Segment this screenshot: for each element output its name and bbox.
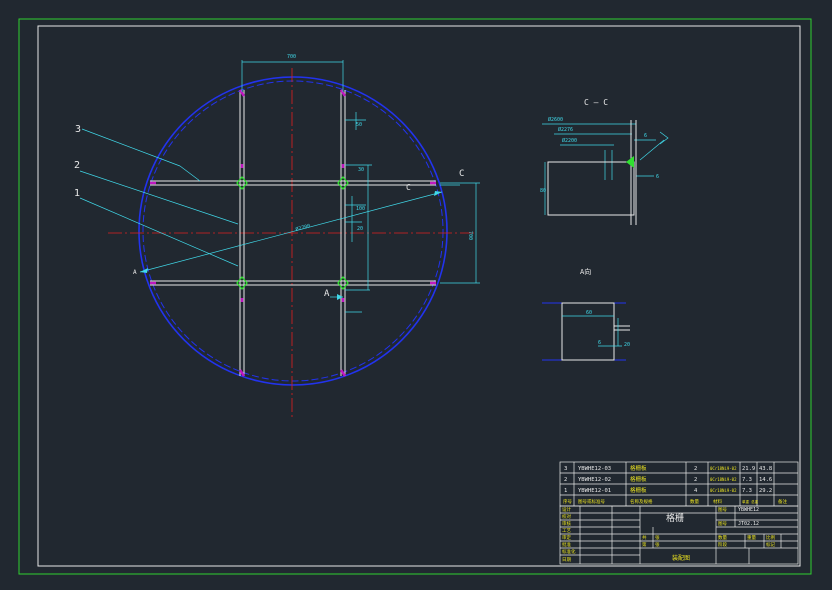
parts-h-note: 备注 (778, 498, 787, 505)
callout-2: 2 (74, 160, 80, 171)
tb-row-3: 张 (655, 541, 660, 548)
cc-dim-h-text: 80 (540, 188, 546, 194)
tb-row-2: 第 (642, 541, 647, 548)
tb-label-5: 批准 (562, 541, 571, 548)
parts-r2-total: 14.6 (759, 477, 772, 483)
dim-small-c-text: 100 (356, 206, 365, 212)
tb-drawing-no-label: 图号 (718, 521, 727, 527)
tb-label-1: 校对 (562, 513, 571, 520)
dim-small-b-text: 30 (358, 167, 364, 173)
view-a-title: A向 (580, 267, 591, 276)
view-a-small-label: A (133, 269, 137, 276)
view-a-dim-t-text: 6 (598, 340, 601, 346)
section-cc-title: C — C (584, 98, 608, 107)
view-a-dim-h-text: 20 (624, 342, 630, 348)
parts-r3-material: 0Cr18Ni9-02 (710, 488, 737, 493)
cad-drawing-canvas: 3 2 1 700 700 50 30 100 20 Ø2700 C C A A… (0, 0, 832, 590)
parts-h-name: 名称及规格 (630, 498, 653, 505)
tb-label-3: 工艺 (562, 528, 571, 534)
parts-r2-no: 2 (564, 477, 567, 483)
cc-dim-1-text: Ø2600 (548, 116, 563, 123)
tb-label-0: 设计 (562, 506, 571, 513)
parts-r3-code: YBWHE12-01 (578, 488, 611, 494)
view-a-label: A (324, 289, 330, 299)
parts-r2-material: 0Cr18Ni9-02 (710, 477, 737, 482)
tb-row-0: 共 (642, 534, 647, 541)
dim-top-text: 700 (287, 54, 296, 60)
parts-r1-name: 格栅板 (630, 464, 647, 472)
parts-r1-total: 43.8 (759, 466, 772, 472)
tb-stage-1: 标记 (766, 541, 775, 548)
tb-label-4: 审定 (562, 534, 571, 541)
parts-h-material: 材料 (713, 498, 722, 505)
tb-sheet-code: YBWHE12 (738, 507, 759, 513)
parts-h-qty: 数量 (690, 498, 699, 505)
tb-company: 装配图 (672, 554, 690, 562)
parts-h-no: 序号 (563, 498, 572, 505)
dim-small-d-text: 20 (357, 226, 363, 232)
drawing-background (0, 0, 832, 590)
parts-r3-total: 29.2 (759, 488, 772, 494)
cc-dim-3-text: Ø2200 (562, 137, 577, 144)
cc-dim-t-text: 6 (644, 133, 647, 139)
parts-r2-unit: 7.3 (742, 477, 752, 483)
dim-small-a-text: 50 (356, 122, 362, 128)
section-mark-c-inner: C (406, 183, 411, 192)
cc-dim-2-text: Ø2276 (558, 126, 573, 133)
tb-sheet-code-label: 图号 (718, 507, 727, 513)
tb-stage-0: 阶段 (718, 541, 727, 548)
parts-r1-unit: 21.9 (742, 466, 755, 472)
parts-r3-name: 格栅板 (630, 486, 647, 494)
parts-h-code: 图号或标准号 (578, 498, 605, 505)
cc-weld-note: 6 (656, 174, 659, 180)
parts-r1-no: 3 (564, 466, 567, 472)
parts-r2-name: 格栅板 (630, 475, 647, 483)
section-mark-c: C (459, 169, 464, 179)
parts-r1-code: YBWHE12-03 (578, 466, 611, 472)
tb-scale-1: 重量 (747, 534, 756, 541)
parts-r2-code: YBWHE12-02 (578, 477, 611, 483)
tb-label-2: 审核 (562, 520, 571, 527)
view-a-dim-w-text: 60 (586, 310, 592, 316)
tb-label-7: 日期 (562, 557, 571, 563)
callout-1: 1 (74, 188, 80, 199)
parts-r3-no: 1 (564, 488, 567, 494)
callout-3: 3 (75, 124, 81, 135)
parts-h-weight: 单重 总重 (742, 499, 759, 504)
parts-r1-material: 0Cr18Ni9-02 (710, 466, 737, 471)
parts-r3-unit: 7.3 (742, 488, 752, 494)
tb-label-6: 标准化 (562, 548, 576, 555)
parts-r2-qty: 2 (694, 477, 697, 483)
tb-drawing-no: JT02.12 (738, 521, 759, 527)
parts-r1-qty: 2 (694, 466, 697, 472)
tb-scale-0: 数量 (718, 534, 727, 541)
tb-part-name: 格栅 (666, 512, 684, 524)
tb-scale-2: 比例 (766, 534, 775, 541)
tb-row-1: 张 (655, 534, 660, 541)
dim-right-text: 700 (467, 231, 473, 240)
